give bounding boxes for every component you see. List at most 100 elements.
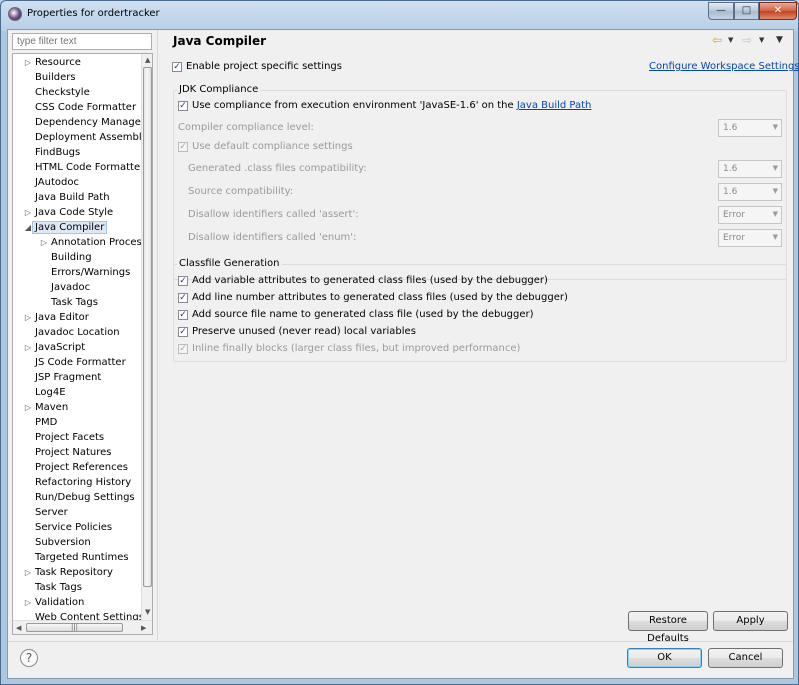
scroll-right-icon[interactable]: ▶ (141, 624, 146, 632)
tree-item-label: Java Build Path (35, 192, 110, 203)
enum-combo[interactable]: Error ▼ (718, 229, 782, 247)
tree-expand-icon[interactable]: ▷ (23, 596, 33, 610)
tree-item-label: Resource (35, 57, 81, 68)
tree-item[interactable]: Building (51, 251, 92, 266)
tree-item[interactable]: Errors/Warnings (51, 266, 130, 281)
tree-item[interactable]: JAutodoc (35, 176, 79, 191)
scroll-up-icon[interactable]: ▲ (145, 56, 150, 64)
tree-horizontal-scrollbar[interactable]: ◀ ||| ▶ (13, 620, 152, 634)
preserve-unused-checkbox[interactable]: ✓ (178, 327, 188, 337)
bottom-separator (8, 641, 793, 642)
tree-item[interactable]: Project Natures (35, 446, 112, 461)
use-compliance-checkbox[interactable]: ✓ (178, 101, 188, 111)
tree-item[interactable]: ▷ Resource (25, 56, 81, 71)
classfile-title: Classfile Generation (177, 258, 282, 269)
configure-workspace-link[interactable]: Configure Workspace Settings... (649, 61, 799, 72)
tree-horizontal-thumb[interactable]: ||| (26, 623, 123, 632)
tree-item[interactable]: Service Policies (35, 521, 112, 536)
tree-item[interactable]: Project Facets (35, 431, 104, 446)
tree-item[interactable]: Deployment Assembly (35, 131, 141, 146)
add-variable-checkbox[interactable]: ✓ (178, 276, 188, 286)
tree-collapse-icon[interactable]: ◢ (23, 221, 33, 235)
chevron-down-icon: ▼ (772, 210, 778, 218)
tree-item[interactable]: Refactoring History (35, 476, 131, 491)
tree-item[interactable]: Run/Debug Settings (35, 491, 135, 506)
enable-project-checkbox[interactable]: ✓ (172, 62, 182, 72)
help-icon[interactable]: ? (20, 649, 38, 667)
tree-expand-icon[interactable]: ▷ (23, 401, 33, 415)
maximize-button[interactable]: □ (734, 2, 759, 20)
tree-vertical-scrollbar[interactable]: ▲ ▼ (141, 54, 152, 620)
tree-item[interactable]: ▷ Task Repository (25, 566, 113, 581)
minimize-button[interactable]: — (708, 2, 734, 20)
tree-item[interactable]: PMD (35, 416, 57, 431)
forward-dropdown-icon[interactable]: ▼ (759, 36, 764, 44)
tree-item[interactable]: Task Tags (35, 581, 82, 596)
tree-item[interactable]: Task Tags (51, 296, 98, 311)
title-bar[interactable]: Properties for ordertracker — □ ✕ (1, 1, 798, 29)
tree-item[interactable]: FindBugs (35, 146, 80, 161)
tree-item[interactable]: Builders (35, 71, 76, 86)
compliance-level-combo[interactable]: 1.6 ▼ (718, 119, 782, 137)
tree-item[interactable]: Subversion (35, 536, 91, 551)
tree-item[interactable]: ▷ Annotation Processi (41, 236, 141, 251)
panel-sash[interactable] (157, 30, 158, 640)
tree-item[interactable]: HTML Code Formatter (35, 161, 141, 176)
generated-compat-value: 1.6 (723, 164, 738, 174)
tree-expand-icon[interactable]: ▷ (39, 236, 49, 250)
tree-item[interactable]: ▷ Java Editor (25, 311, 89, 326)
scroll-down-icon[interactable]: ▼ (145, 608, 150, 616)
tree-item[interactable]: Java Build Path (35, 191, 110, 206)
tree-expand-icon[interactable]: ▷ (23, 341, 33, 355)
tree-item-label: Run/Debug Settings (35, 492, 135, 503)
tree-vertical-thumb[interactable] (143, 67, 152, 587)
tree-item[interactable]: ▷ Java Code Style (25, 206, 113, 221)
back-dropdown-icon[interactable]: ▼ (728, 36, 733, 44)
restore-defaults-button[interactable]: Restore Defaults (628, 611, 708, 644)
tree-item[interactable]: Dependency Manageme (35, 116, 141, 131)
assert-combo[interactable]: Error ▼ (718, 206, 782, 224)
tree-item[interactable]: Javadoc Location (35, 326, 120, 341)
back-arrow-icon[interactable]: ⇦ (712, 33, 722, 47)
tree-item[interactable]: JS Code Formatter (35, 356, 126, 371)
tree-expand-icon[interactable]: ▷ (23, 56, 33, 70)
scroll-left-icon[interactable]: ◀ (16, 624, 21, 632)
tree-item[interactable]: ▷ Maven (25, 401, 68, 416)
close-button[interactable]: ✕ (759, 2, 797, 20)
source-compat-combo[interactable]: 1.6 ▼ (718, 183, 782, 201)
tree-item[interactable]: JSP Fragment (35, 371, 101, 386)
cancel-button[interactable]: Cancel (708, 648, 783, 668)
tree-expand-icon[interactable]: ▷ (23, 566, 33, 580)
tree-item-label: Server (35, 507, 68, 518)
tree-item[interactable]: Checkstyle (35, 86, 90, 101)
java-build-path-link[interactable]: Java Build Path (517, 100, 592, 111)
tree-item-label: CSS Code Formatter (35, 102, 137, 113)
tree-item-label: HTML Code Formatter (35, 162, 141, 173)
tree-item[interactable]: CSS Code Formatter (35, 101, 136, 116)
tree-item[interactable]: Project References (35, 461, 128, 476)
forward-arrow-icon[interactable]: ⇨ (742, 33, 752, 47)
inline-finally-checkbox[interactable]: ✓ (178, 344, 188, 354)
tree-item[interactable]: Log4E (35, 386, 66, 401)
tree-item[interactable]: ▷ JavaScript (25, 341, 85, 356)
tree-item-label: Java Editor (35, 312, 89, 323)
apply-button[interactable]: Apply (713, 611, 788, 631)
tree-item[interactable]: ◢ Java Compiler (25, 221, 108, 236)
add-line-number-label: Add line number attributes to generated … (192, 292, 568, 303)
tree-expand-icon[interactable]: ▷ (23, 206, 33, 220)
tree-item[interactable]: Javadoc (51, 281, 90, 296)
tree-item[interactable]: ▷ Validation (25, 596, 84, 611)
view-menu-icon[interactable]: ▼ (776, 35, 783, 45)
filter-input[interactable] (12, 33, 152, 50)
tree-item[interactable]: Server (35, 506, 68, 521)
tree-item[interactable]: Web Content Settings (35, 611, 141, 620)
generated-compat-combo[interactable]: 1.6 ▼ (718, 160, 782, 178)
tree-item-label: Deployment Assembly (35, 132, 141, 143)
ok-button[interactable]: OK (627, 648, 702, 668)
add-line-number-checkbox[interactable]: ✓ (178, 293, 188, 303)
add-source-file-checkbox[interactable]: ✓ (178, 310, 188, 320)
tree-item[interactable]: Targeted Runtimes (35, 551, 129, 566)
use-default-label: Use default compliance settings (192, 141, 353, 152)
tree-expand-icon[interactable]: ▷ (23, 311, 33, 325)
use-default-checkbox[interactable]: ✓ (178, 142, 188, 152)
